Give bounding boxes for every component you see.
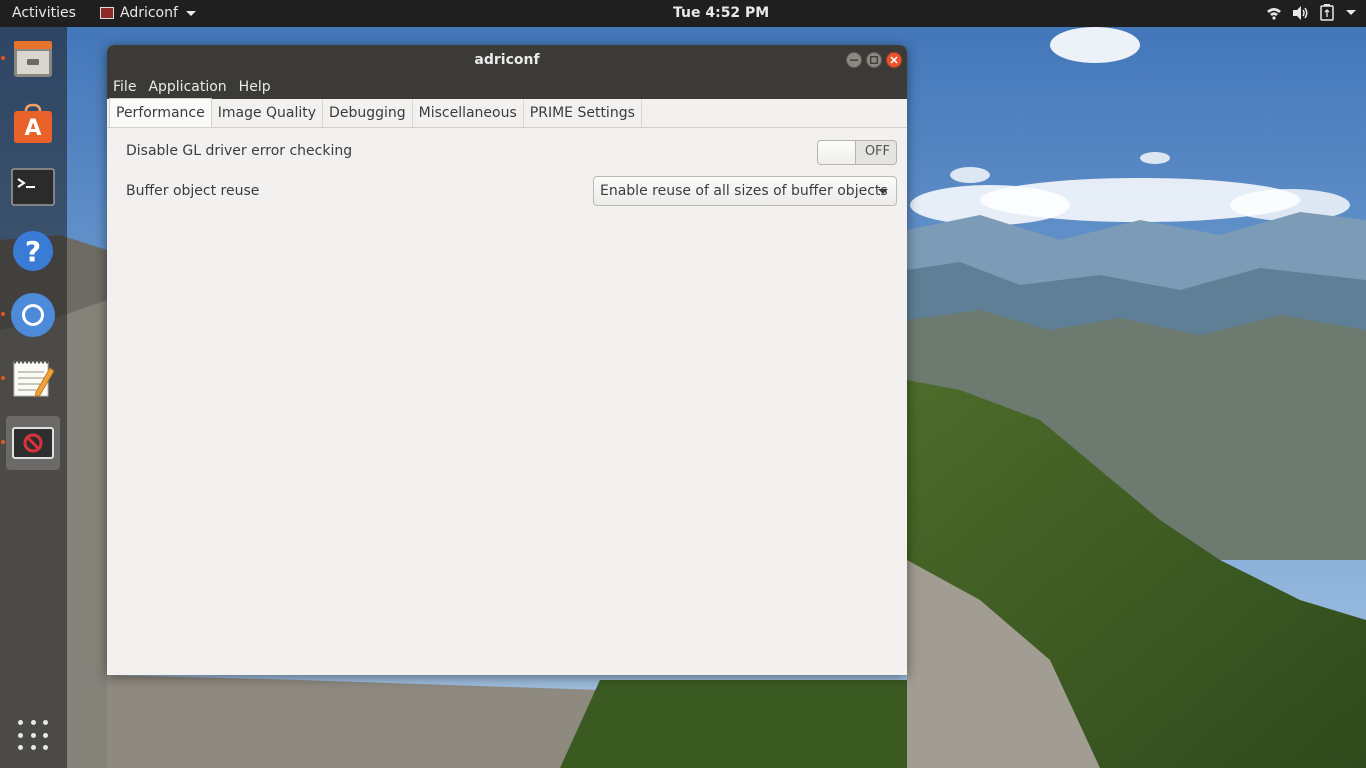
menu-bar: File Application Help (107, 75, 907, 99)
menu-file[interactable]: File (113, 79, 136, 95)
software-center-icon[interactable]: A (6, 96, 60, 150)
chevron-down-icon (878, 189, 888, 194)
maximize-button[interactable] (866, 52, 882, 68)
help-icon[interactable]: ? (6, 224, 60, 278)
system-status-area[interactable] (1266, 4, 1356, 21)
chevron-down-icon (185, 10, 196, 16)
wifi-icon (1267, 7, 1281, 20)
tab-prime-settings[interactable]: PRIME Settings (524, 99, 642, 127)
clock[interactable]: Tue 4:52 PM (673, 5, 769, 21)
volume-icon (1293, 5, 1308, 20)
gl-error-label: Disable GL driver error checking (126, 143, 353, 159)
buffer-reuse-dropdown[interactable]: Enable reuse of all sizes of buffer obje… (593, 176, 897, 206)
show-applications-icon[interactable] (18, 720, 50, 752)
minimize-icon (850, 59, 858, 61)
running-indicator (1, 376, 5, 380)
tab-image-quality[interactable]: Image Quality (212, 99, 324, 127)
dropdown-value: Enable reuse of all sizes of buffer obje… (600, 183, 888, 199)
chromium-icon[interactable] (6, 288, 60, 342)
window-titlebar[interactable]: adriconf (107, 45, 907, 75)
setting-row-buffer-reuse: Buffer object reuse Enable reuse of all … (107, 176, 907, 206)
menu-help[interactable]: Help (239, 79, 271, 95)
window-controls (846, 52, 902, 68)
running-indicator (1, 440, 5, 444)
toggle-state: OFF (864, 144, 890, 159)
tab-bar: Performance Image Quality Debugging Misc… (107, 98, 907, 128)
gl-error-toggle[interactable]: OFF (817, 140, 897, 165)
maximize-icon (870, 56, 878, 64)
adriconf-icon[interactable] (6, 416, 60, 470)
window-title: adriconf (474, 52, 540, 68)
app-menu[interactable]: Adriconf (100, 5, 196, 21)
activities-button[interactable]: Activities (12, 5, 76, 21)
tab-performance[interactable]: Performance (109, 98, 212, 127)
toggle-knob (818, 141, 856, 164)
menu-application[interactable]: Application (148, 79, 226, 95)
minimize-button[interactable] (846, 52, 862, 68)
svg-text:A: A (24, 116, 41, 141)
running-indicator (1, 312, 5, 316)
battery-icon (1320, 4, 1334, 21)
tab-debugging[interactable]: Debugging (323, 99, 413, 127)
adriconf-app-icon (100, 7, 114, 19)
app-menu-label: Adriconf (120, 5, 178, 21)
files-icon[interactable] (6, 32, 60, 86)
svg-text:?: ? (25, 235, 41, 268)
top-bar: Activities Adriconf Tue 4:52 PM (0, 0, 1366, 27)
close-icon (890, 56, 898, 64)
adriconf-window: adriconf File Application Help Performan… (107, 45, 907, 675)
running-indicator (1, 56, 5, 60)
dock: A ? (0, 27, 67, 768)
close-button[interactable] (886, 52, 902, 68)
text-editor-icon[interactable] (6, 352, 60, 406)
buffer-reuse-label: Buffer object reuse (126, 183, 260, 199)
chevron-down-icon (1346, 10, 1356, 15)
tab-miscellaneous[interactable]: Miscellaneous (413, 99, 524, 127)
terminal-icon[interactable] (6, 160, 60, 214)
setting-row-gl-error: Disable GL driver error checking OFF (107, 137, 907, 167)
